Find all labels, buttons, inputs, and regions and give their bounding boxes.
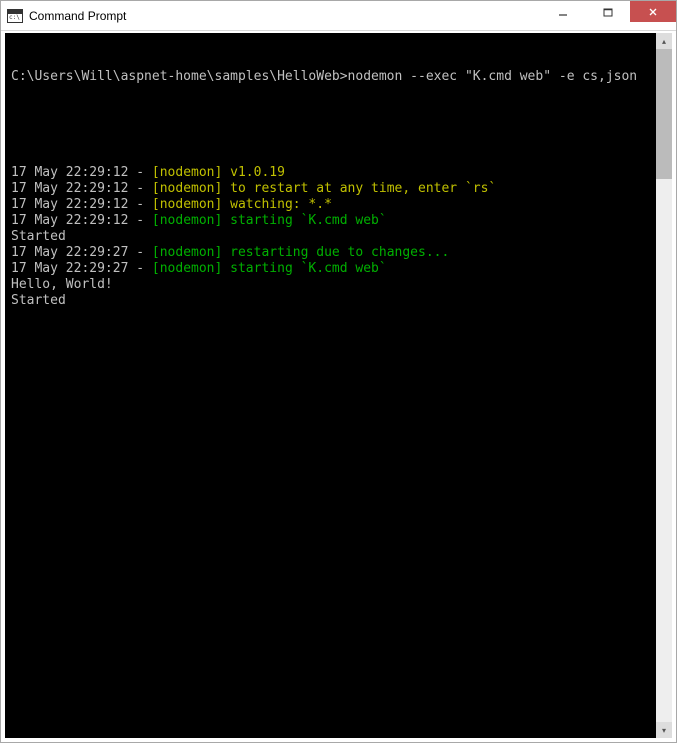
console-line: 17 May 22:29:12 - [nodemon] to restart a… [11, 181, 666, 197]
scroll-down-arrow[interactable]: ▾ [656, 722, 672, 738]
window-controls [540, 1, 676, 30]
console-line: Hello, World! [11, 277, 666, 293]
console-line: 17 May 22:29:12 - [nodemon] watching: *.… [11, 197, 666, 213]
blank-line [11, 117, 666, 133]
command-prompt-window: Command Prompt C:\Users\Will\aspnet-home… [0, 0, 677, 743]
scroll-thumb[interactable] [656, 49, 672, 179]
console-line: 17 May 22:29:27 - [nodemon] restarting d… [11, 245, 666, 261]
scroll-up-arrow[interactable]: ▴ [656, 33, 672, 49]
console-line: 17 May 22:29:12 - [nodemon] v1.0.19 [11, 165, 666, 181]
console-output: C:\Users\Will\aspnet-home\samples\HelloW… [5, 33, 672, 345]
console-area[interactable]: C:\Users\Will\aspnet-home\samples\HelloW… [5, 33, 672, 738]
console-line: 17 May 22:29:12 - [nodemon] starting `K.… [11, 213, 666, 229]
app-icon [7, 9, 23, 23]
console-line: Started [11, 229, 666, 245]
window-title: Command Prompt [29, 9, 540, 23]
maximize-button[interactable] [585, 1, 630, 22]
vertical-scrollbar[interactable]: ▴ ▾ [656, 33, 672, 738]
console-line: Started [11, 293, 666, 309]
close-button[interactable] [630, 1, 676, 22]
console-line: 17 May 22:29:27 - [nodemon] starting `K.… [11, 261, 666, 277]
minimize-button[interactable] [540, 1, 585, 22]
titlebar[interactable]: Command Prompt [1, 1, 676, 31]
prompt-line: C:\Users\Will\aspnet-home\samples\HelloW… [11, 69, 666, 85]
